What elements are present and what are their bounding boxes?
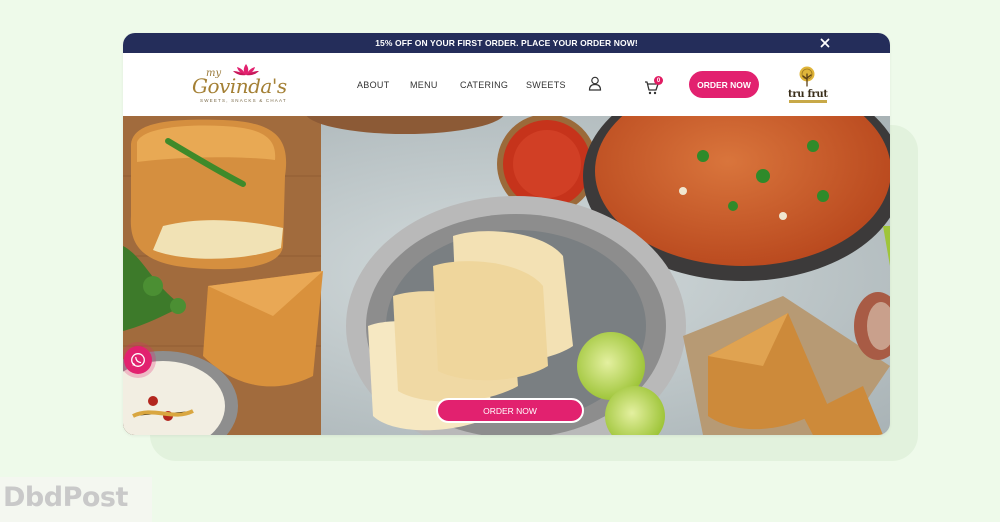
tru-frut-name: tru frut — [788, 89, 828, 100]
food-photo-illustration — [123, 116, 890, 435]
close-icon[interactable] — [818, 36, 832, 50]
cart-count-badge: 0 — [654, 76, 663, 85]
logo-name: Govinda's — [192, 74, 287, 98]
user-icon[interactable] — [588, 76, 602, 91]
cart-button[interactable]: 0 — [644, 76, 668, 95]
nav-item-menu[interactable]: MENU — [410, 80, 438, 90]
tree-icon — [799, 66, 815, 87]
hero-order-now-button[interactable]: ORDER NOW — [436, 398, 584, 423]
promo-text: 15% OFF ON YOUR FIRST ORDER. PLACE YOUR … — [375, 38, 638, 48]
navbar: my Govinda's SWEETS, SNACKS & CHAAT ABOU… — [123, 53, 890, 116]
website-screenshot: 15% OFF ON YOUR FIRST ORDER. PLACE YOUR … — [123, 33, 890, 435]
whatsapp-icon — [131, 353, 145, 367]
tru-frut-underline — [789, 100, 827, 103]
nav-item-about[interactable]: ABOUT — [357, 80, 390, 90]
nav-item-sweets[interactable]: SWEETS — [526, 80, 566, 90]
logo-tagline: SWEETS, SNACKS & CHAAT — [200, 98, 287, 103]
tru-frut-logo[interactable]: tru frut — [786, 66, 831, 106]
nav-item-catering[interactable]: CATERING — [460, 80, 508, 90]
watermark-text: DbdPost — [3, 482, 128, 513]
whatsapp-button[interactable] — [124, 346, 152, 374]
govindas-logo[interactable]: my Govinda's SWEETS, SNACKS & CHAAT — [188, 64, 304, 105]
order-now-button[interactable]: ORDER NOW — [689, 71, 759, 98]
hero-food-image: ORDER NOW — [123, 116, 890, 435]
dbdpost-watermark: DbdPost — [0, 477, 152, 522]
promo-banner: 15% OFF ON YOUR FIRST ORDER. PLACE YOUR … — [123, 33, 890, 53]
